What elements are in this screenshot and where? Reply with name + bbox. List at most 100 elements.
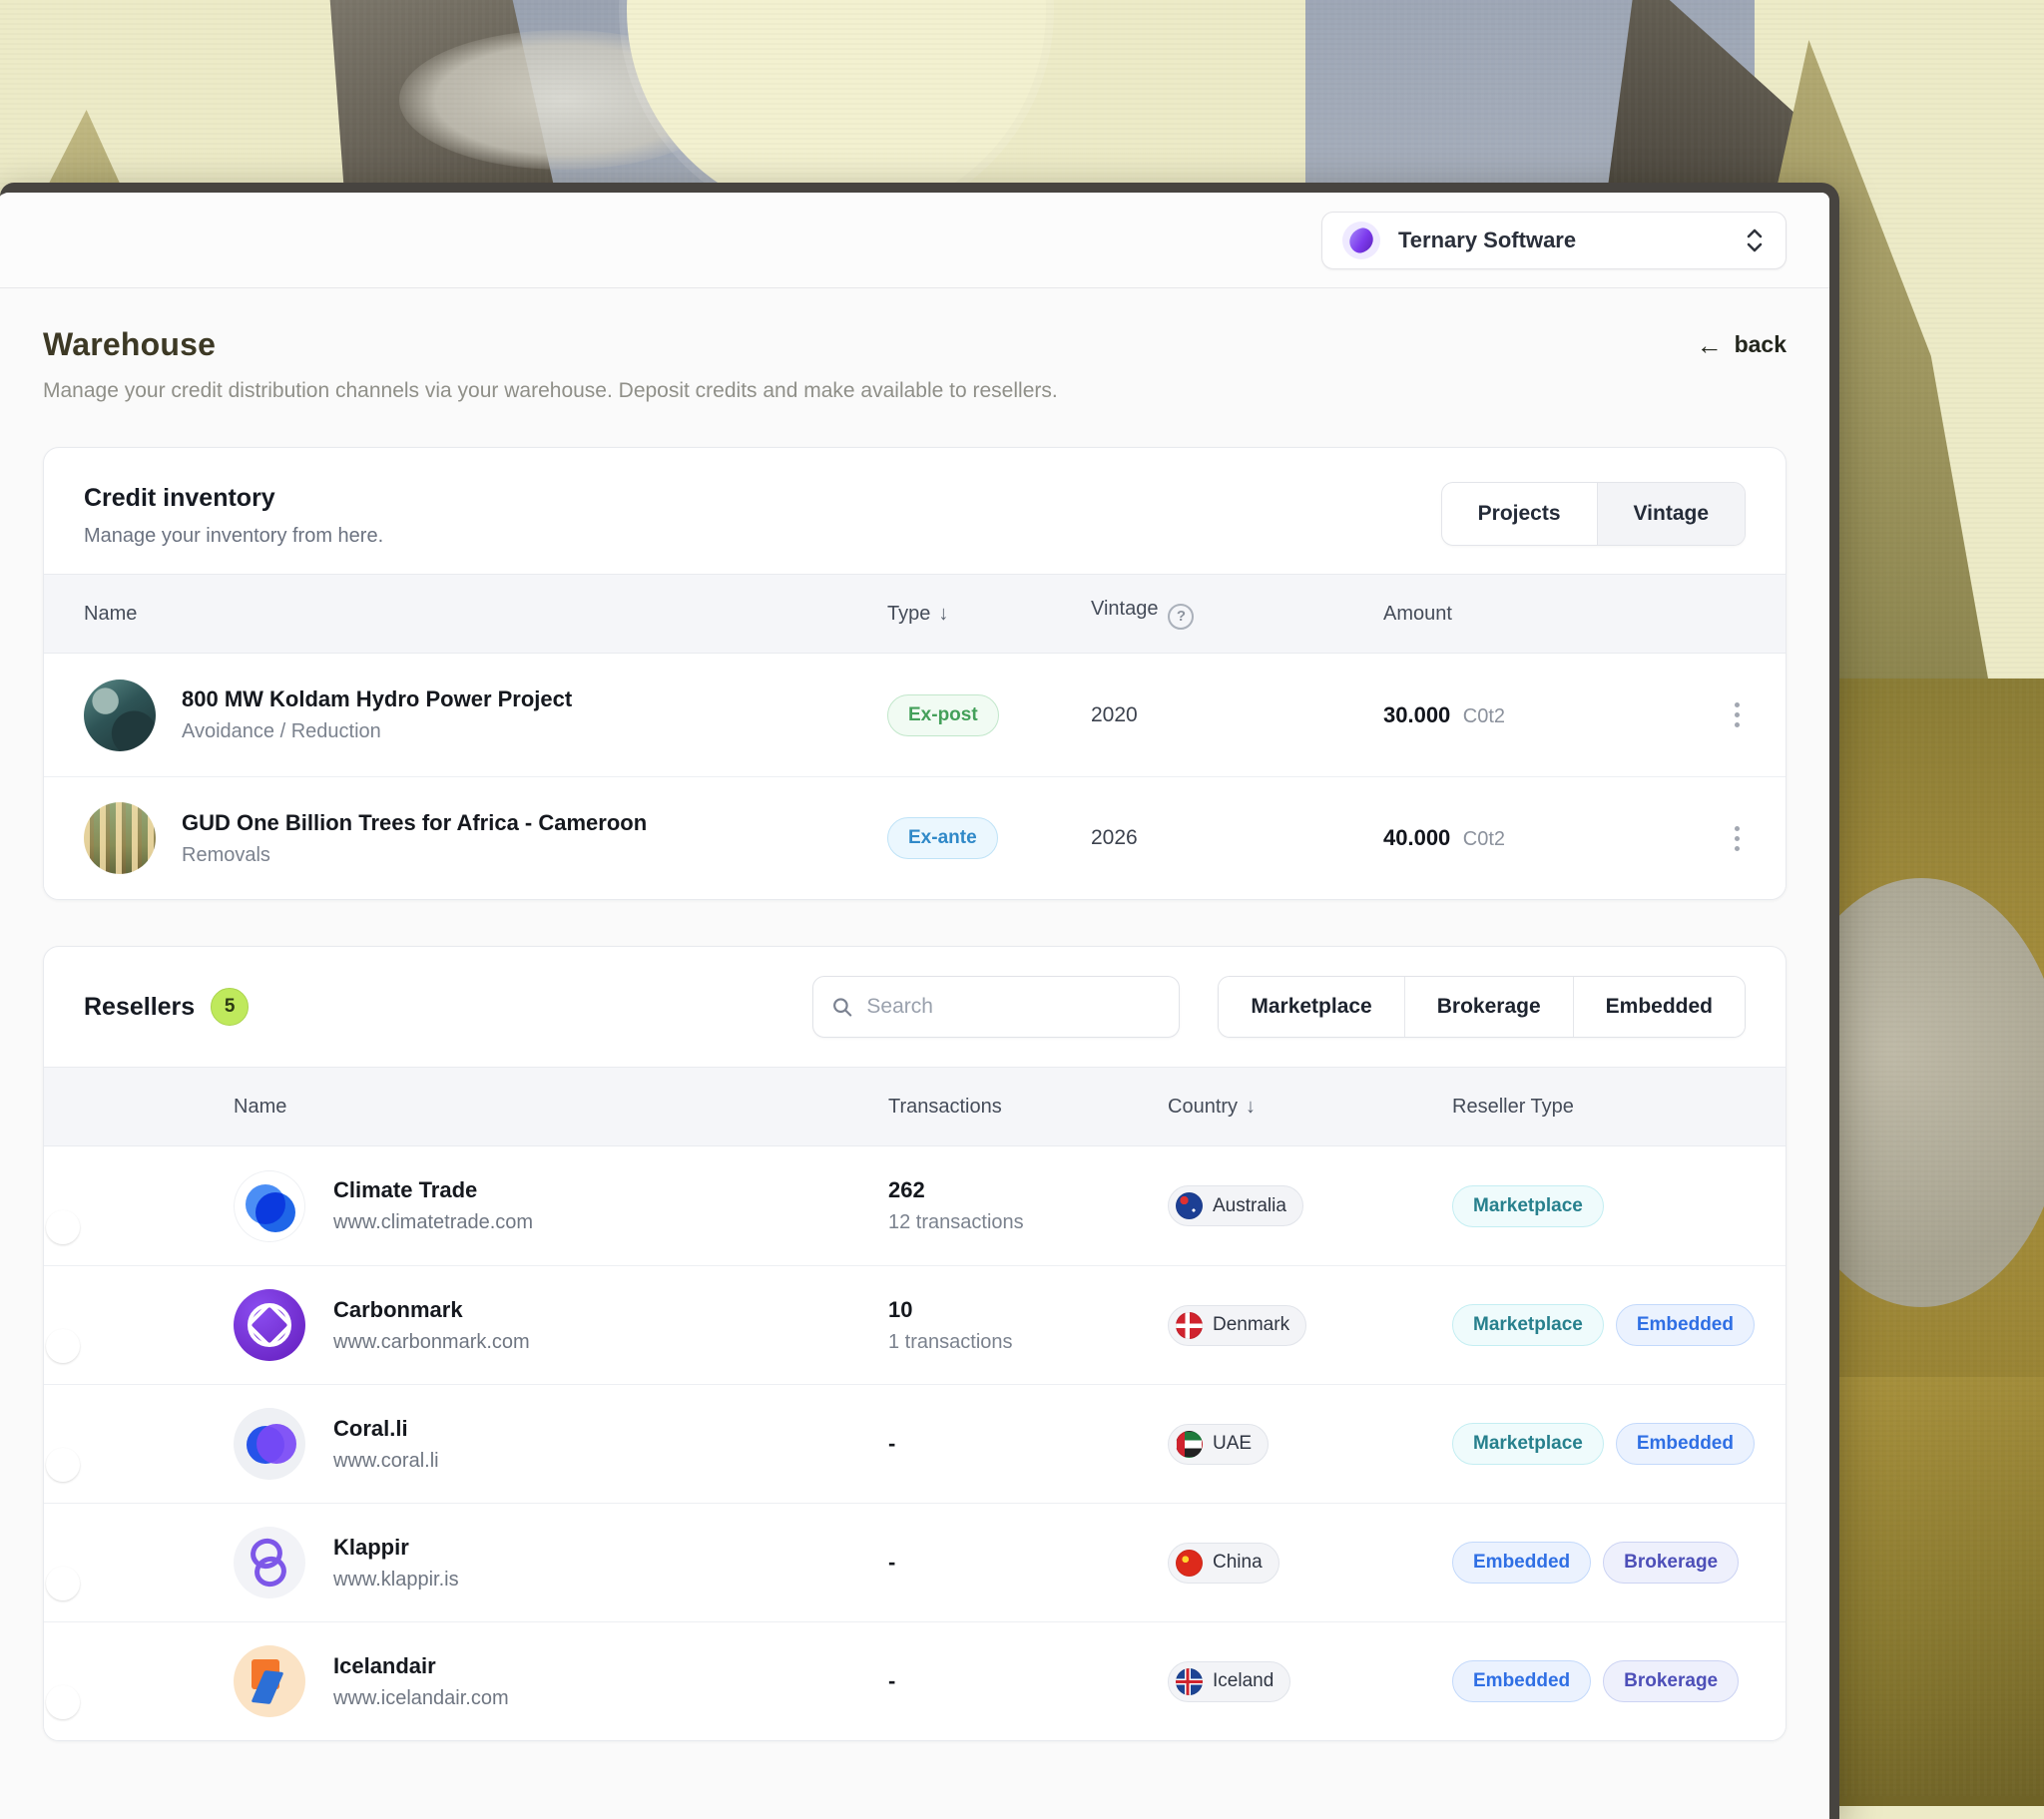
sort-down-icon: ↓ [938, 603, 948, 625]
type-badge-brokerage: Brokerage [1603, 1660, 1739, 1702]
resellers-card: Resellers 5 Marketplace Brokerage Embedd… [43, 946, 1787, 1741]
country-pill: Australia [1168, 1185, 1303, 1226]
app-window: Ternary Software Warehouse ← back Manage… [0, 183, 1839, 1819]
uae-flag-icon [1176, 1431, 1203, 1458]
col-header-reseller-type: Reseller Type [1452, 1096, 1746, 1119]
reseller-url: www.carbonmark.com [333, 1331, 530, 1354]
type-badge-exante: Ex-ante [887, 817, 998, 859]
type-badge-expost: Ex-post [887, 694, 999, 736]
reseller-name: Icelandair [333, 1653, 509, 1679]
credit-table-header: Name Type↓ Vintage? Amount [44, 574, 1786, 654]
project-name: GUD One Billion Trees for Africa - Camer… [182, 810, 647, 836]
col-header-type[interactable]: Type↓ [887, 603, 1091, 626]
reseller-type-filter-group: Marketplace Brokerage Embedded [1218, 976, 1746, 1038]
transactions-sub: 1 transactions [888, 1331, 1168, 1354]
resellers-table-header: Name Transactions Country↓ Reseller Type [44, 1067, 1786, 1146]
project-thumbnail [84, 680, 156, 751]
credit-row-gud-trees[interactable]: GUD One Billion Trees for Africa - Camer… [44, 776, 1786, 899]
resellers-count-badge: 5 [211, 988, 249, 1026]
type-badge-embedded: Embedded [1616, 1423, 1755, 1465]
reseller-row-carbonmark[interactable]: Carbonmark www.carbonmark.com 10 1 trans… [44, 1265, 1786, 1384]
project-category: Avoidance / Reduction [182, 720, 572, 743]
reseller-url: www.climatetrade.com [333, 1211, 533, 1234]
transactions-count: - [888, 1550, 1168, 1576]
help-icon[interactable]: ? [1168, 604, 1194, 630]
reseller-row-climate-trade[interactable]: Climate Trade www.climatetrade.com 262 1… [44, 1146, 1786, 1265]
chevron-up-down-icon [1744, 227, 1766, 253]
carbonmark-logo [234, 1289, 305, 1361]
reseller-name: Klappir [333, 1535, 459, 1561]
amount-unit: C0t2 [1463, 705, 1505, 727]
denmark-flag-icon [1176, 1312, 1203, 1339]
project-thumbnail [84, 802, 156, 874]
tab-projects[interactable]: Projects [1442, 483, 1597, 545]
page-title: Warehouse [43, 326, 216, 363]
type-badge-embedded: Embedded [1452, 1542, 1591, 1584]
credit-inventory-card: Credit inventory Manage your inventory f… [43, 447, 1787, 900]
reseller-url: www.klappir.is [333, 1569, 459, 1592]
reseller-row-klappir[interactable]: Klappir www.klappir.is - China Embedded … [44, 1503, 1786, 1621]
country-pill: Iceland [1168, 1661, 1290, 1702]
workspace-logo-icon [1342, 222, 1380, 259]
amount-value: 40.000 [1383, 825, 1450, 850]
reseller-row-icelandair[interactable]: Icelandair www.icelandair.com - Iceland … [44, 1621, 1786, 1740]
col-header-amount: Amount [1383, 603, 1713, 626]
type-badge-marketplace: Marketplace [1452, 1304, 1604, 1346]
col-header-name: Name [84, 603, 887, 626]
workspace-switcher[interactable]: Ternary Software [1321, 212, 1787, 269]
iceland-flag-icon [1176, 1668, 1203, 1695]
view-toggle-group: Projects Vintage [1441, 482, 1746, 546]
sort-down-icon: ↓ [1246, 1096, 1256, 1118]
resellers-title: Resellers [84, 993, 195, 1022]
icelandair-logo [234, 1645, 305, 1717]
transactions-count: 262 [888, 1177, 1168, 1203]
kebab-menu-icon[interactable] [1729, 820, 1746, 857]
tab-vintage[interactable]: Vintage [1597, 483, 1745, 545]
climate-trade-logo [234, 1170, 305, 1242]
type-badge-embedded: Embedded [1452, 1660, 1591, 1702]
filter-brokerage-button[interactable]: Brokerage [1404, 977, 1573, 1037]
filter-embedded-button[interactable]: Embedded [1573, 977, 1745, 1037]
filter-marketplace-button[interactable]: Marketplace [1219, 977, 1403, 1037]
kebab-menu-icon[interactable] [1729, 696, 1746, 733]
china-flag-icon [1176, 1550, 1203, 1577]
transactions-count: 10 [888, 1297, 1168, 1323]
transactions-count: - [888, 1668, 1168, 1694]
credit-inventory-header: Credit inventory Manage your inventory f… [44, 448, 1786, 574]
workspace-name: Ternary Software [1398, 227, 1726, 253]
project-category: Removals [182, 844, 647, 867]
back-button[interactable]: ← back [1697, 331, 1787, 358]
reseller-name: Carbonmark [333, 1297, 530, 1323]
reseller-row-coral-li[interactable]: Coral.li www.coral.li - UAE Marketplace … [44, 1384, 1786, 1503]
amount-unit: C0t2 [1463, 828, 1505, 850]
resellers-header: Resellers 5 Marketplace Brokerage Embedd… [44, 947, 1786, 1067]
reseller-name: Climate Trade [333, 1177, 533, 1203]
reseller-url: www.coral.li [333, 1450, 439, 1473]
amount-value: 30.000 [1383, 702, 1450, 727]
col-header-vintage: Vintage? [1091, 598, 1383, 630]
project-name: 800 MW Koldam Hydro Power Project [182, 686, 572, 712]
reseller-url: www.icelandair.com [333, 1687, 509, 1710]
search-box[interactable] [812, 976, 1180, 1038]
coral-li-logo [234, 1408, 305, 1480]
search-input[interactable] [866, 995, 1161, 1019]
type-badge-brokerage: Brokerage [1603, 1542, 1739, 1584]
page-subtitle: Manage your credit distribution channels… [43, 379, 1787, 403]
back-arrow-icon: ← [1697, 332, 1723, 358]
type-badge-embedded: Embedded [1616, 1304, 1755, 1346]
col-header-country[interactable]: Country↓ [1168, 1096, 1452, 1119]
col-header-transactions: Transactions [888, 1096, 1168, 1119]
top-bar: Ternary Software [0, 193, 1829, 288]
page-header: Warehouse ← back [43, 326, 1787, 363]
col-header-name: Name [234, 1096, 888, 1119]
klappir-logo [234, 1527, 305, 1598]
type-badge-marketplace: Marketplace [1452, 1185, 1604, 1227]
vintage-value: 2026 [1091, 826, 1383, 850]
vintage-value: 2020 [1091, 703, 1383, 727]
back-label: back [1735, 331, 1787, 358]
australia-flag-icon [1176, 1192, 1203, 1219]
search-icon [831, 995, 852, 1019]
country-pill: UAE [1168, 1424, 1269, 1465]
credit-row-koldam[interactable]: 800 MW Koldam Hydro Power Project Avoida… [44, 654, 1786, 776]
reseller-name: Coral.li [333, 1416, 439, 1442]
